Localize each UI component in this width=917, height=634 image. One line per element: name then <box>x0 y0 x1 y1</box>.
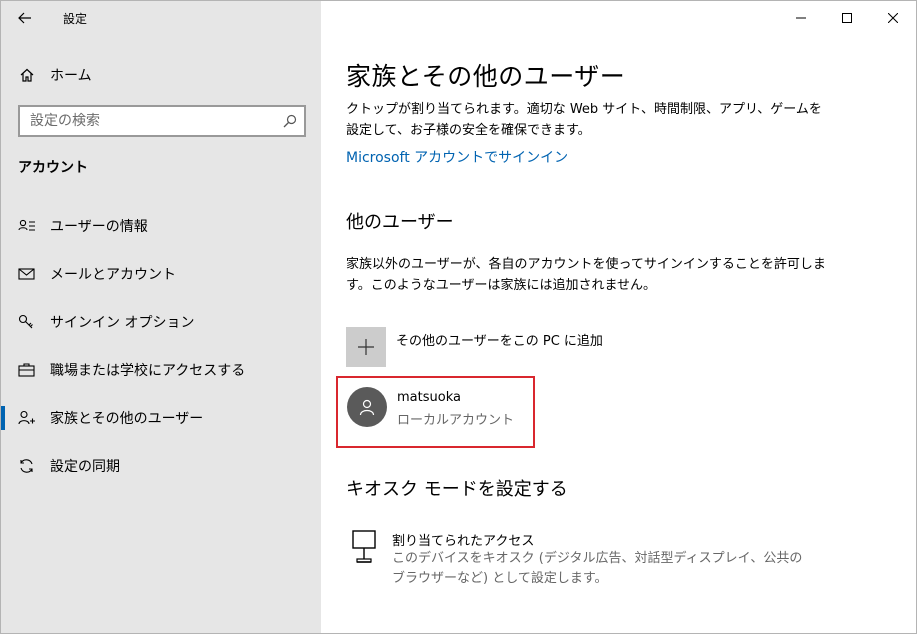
sidebar-item-sync[interactable]: 設定の同期 <box>1 446 321 486</box>
person-add-icon <box>18 410 35 425</box>
add-user-button[interactable] <box>346 327 386 367</box>
close-icon <box>888 13 898 23</box>
sidebar-item-label: サインイン オプション <box>50 315 195 331</box>
maximize-icon <box>842 13 852 23</box>
close-button[interactable] <box>870 1 916 35</box>
person-icon <box>359 399 375 416</box>
assigned-access-description-line2: ブラウザーなど) として設定します。 <box>392 571 608 586</box>
avatar <box>347 387 387 427</box>
family-description-line2: 設定して、お子様の安全を確保できます。 <box>346 123 591 138</box>
back-arrow-icon <box>18 12 31 24</box>
app-title: 設定 <box>63 11 88 26</box>
user-account-type: ローカルアカウント <box>397 413 515 428</box>
user-account-item[interactable]: matsuoka ローカルアカウント <box>336 376 535 448</box>
user-name: matsuoka <box>397 390 461 405</box>
kiosk-title: キオスク モードを設定する <box>346 479 568 500</box>
plus-icon <box>358 339 374 355</box>
search-input[interactable] <box>20 107 270 135</box>
add-user-label[interactable]: その他のユーザーをこの PC に追加 <box>396 330 603 349</box>
selected-indicator <box>1 406 5 430</box>
nav-home[interactable]: ホーム <box>1 59 321 91</box>
settings-window: 設定 ホーム アカウント ユーザーの情報 <box>0 0 917 634</box>
sidebar-item-label: 家族とその他のユーザー <box>50 411 204 427</box>
sidebar-item-label: 職場または学校にアクセスする <box>50 363 246 379</box>
assigned-access-description: このデバイスをキオスク (デジタル広告、対話型ディスプレイ、公共の ブラウザーな… <box>392 549 802 589</box>
search-box[interactable] <box>18 105 306 137</box>
sidebar-item-user-info[interactable]: ユーザーの情報 <box>1 206 321 246</box>
microsoft-signin-link[interactable]: Microsoft アカウントでサインイン <box>346 147 568 167</box>
other-users-description-line2: す。このようなユーザーは家族には追加されません。 <box>346 278 657 293</box>
back-button[interactable] <box>1 1 49 35</box>
sidebar-item-work-school[interactable]: 職場または学校にアクセスする <box>1 350 321 390</box>
key-icon <box>18 314 33 329</box>
family-description-line1: クトップが割り当てられます。適切な Web サイト、時間制限、アプリ、ゲームを <box>346 102 822 117</box>
user-info-icon <box>18 219 35 231</box>
sidebar-item-mail[interactable]: メールとアカウント <box>1 254 321 294</box>
sync-icon <box>20 459 33 473</box>
sidebar-item-label: ユーザーの情報 <box>50 219 148 235</box>
assigned-access-link[interactable]: 割り当てられたアクセス <box>392 530 534 549</box>
sidebar-item-label: メールとアカウント <box>50 267 176 283</box>
home-icon <box>20 68 34 82</box>
search-icon[interactable] <box>282 113 298 129</box>
nav-home-label: ホーム <box>50 68 92 84</box>
maximize-button[interactable] <box>824 1 870 35</box>
window-controls <box>778 1 916 35</box>
minimize-button[interactable] <box>778 1 824 35</box>
titlebar-left: 設定 <box>1 1 321 35</box>
other-users-description-line1: 家族以外のユーザーが、各自のアカウントを使ってサインインすることを許可しま <box>346 257 826 272</box>
page-title: 家族とその他のユーザー <box>346 62 626 91</box>
sidebar-item-signin[interactable]: サインイン オプション <box>1 302 321 342</box>
minimize-icon <box>796 17 806 19</box>
mail-icon <box>18 268 35 280</box>
briefcase-icon <box>18 363 35 377</box>
sidebar-item-family[interactable]: 家族とその他のユーザー <box>1 398 321 438</box>
sidebar-item-label: 設定の同期 <box>50 459 120 475</box>
assigned-access-description-line1: このデバイスをキオスク (デジタル広告、対話型ディスプレイ、公共の <box>392 551 803 566</box>
other-users-title: 他のユーザー <box>346 212 454 233</box>
sidebar: 設定 ホーム アカウント ユーザーの情報 <box>1 1 321 633</box>
kiosk-icon <box>352 530 376 563</box>
section-title: アカウント <box>18 160 88 176</box>
